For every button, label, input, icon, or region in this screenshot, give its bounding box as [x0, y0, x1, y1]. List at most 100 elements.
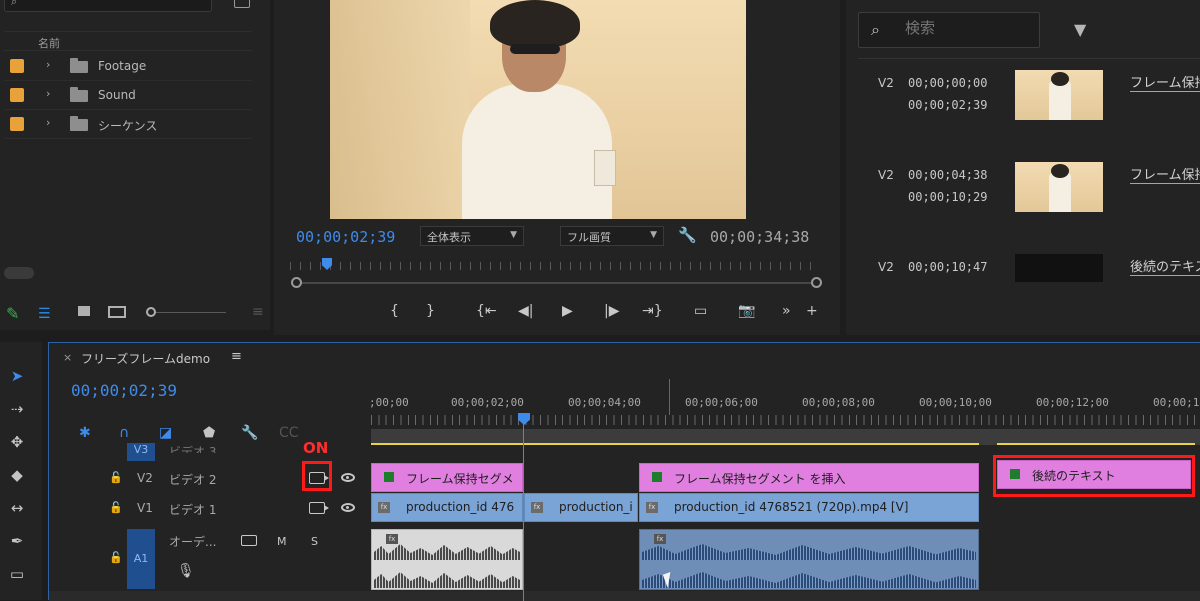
add-marker-icon[interactable]: ⬟: [203, 425, 215, 441]
marker-row[interactable]: V2 00;00;04;38 00;00;10;29 フレーム保持: [858, 162, 1200, 252]
track-target-v3[interactable]: V3: [127, 443, 155, 461]
marker-name[interactable]: フレーム保持: [1130, 164, 1200, 184]
bin-row-sequence[interactable]: › シーケンス: [4, 110, 252, 139]
mute-button[interactable]: M: [277, 535, 287, 548]
chevron-right-icon[interactable]: ›: [46, 116, 50, 129]
new-bin-icon[interactable]: [234, 0, 250, 8]
project-search-input[interactable]: ⌕: [4, 0, 212, 12]
lock-icon[interactable]: 🔓: [109, 551, 123, 564]
timeline-settings-icon[interactable]: 🔧: [241, 425, 258, 441]
nest-sequence-icon[interactable]: ✱: [79, 425, 91, 441]
quality-select[interactable]: フル画質 ▼: [560, 226, 664, 246]
column-header[interactable]: 名前: [4, 31, 252, 51]
mark-in-button[interactable]: {: [390, 303, 399, 319]
zoom-bar-left-knob[interactable]: [291, 277, 302, 288]
clip-v2-freeze-1[interactable]: フレーム保持セグメ: [371, 463, 523, 492]
list-view-icon[interactable]: ☰: [38, 306, 51, 322]
chevron-down-icon: ▼: [650, 230, 657, 240]
sequence-timecode[interactable]: 00;00;02;39: [71, 381, 177, 400]
mark-out-button[interactable]: }: [426, 303, 435, 319]
marker-name[interactable]: 後続のテキス: [1130, 256, 1200, 276]
panel-menu-icon[interactable]: ≡: [231, 349, 242, 364]
step-forward-button[interactable]: |▶: [604, 303, 619, 319]
clip-v2-freeze-2[interactable]: フレーム保持セグメント を挿入: [639, 463, 979, 492]
audio-clip-2[interactable]: fx: [639, 529, 979, 590]
rectangle-tool-icon[interactable]: ▭: [4, 562, 30, 586]
ripple-edit-tool-icon[interactable]: ✥: [4, 430, 30, 454]
marker-row[interactable]: V2 00;00;10;47 後続のテキス: [858, 254, 1200, 282]
pencil-icon[interactable]: ✎: [6, 304, 19, 323]
selection-tool-icon[interactable]: ➤: [4, 364, 30, 388]
marker-search-input[interactable]: [905, 19, 1025, 37]
linked-selection-icon[interactable]: ◪: [159, 425, 172, 441]
zoom-bar-right-knob[interactable]: [811, 277, 822, 288]
timeline-playhead-line[interactable]: [523, 413, 524, 601]
waveform: [374, 572, 520, 588]
track-target-a1[interactable]: A1: [127, 529, 155, 589]
clip-v1-video-2[interactable]: fx production_i: [524, 493, 638, 522]
bin-row-sound[interactable]: › Sound: [4, 81, 252, 110]
bin-row-footage[interactable]: › Footage: [4, 52, 252, 81]
pen-tool-icon[interactable]: ✒: [4, 529, 30, 553]
zoom-slider-track[interactable]: [156, 312, 226, 313]
label-color-swatch[interactable]: [10, 117, 24, 131]
timeline-panel: × フリーズフレームdemo ≡ 00;00;02;39 ✱ ∩ ◪ ⬟ 🔧 C…: [48, 342, 1200, 601]
sync-lock-toggle[interactable]: [309, 502, 329, 514]
go-to-in-button[interactable]: {⇤: [476, 303, 497, 319]
zoom-select[interactable]: 全体表示 ▼: [420, 226, 524, 246]
play-button[interactable]: ▶: [562, 303, 573, 319]
track-name[interactable]: V1: [137, 501, 153, 515]
microphone-icon[interactable]: 🎙: [177, 563, 195, 579]
step-back-button[interactable]: ◀|: [518, 303, 533, 319]
track-select-tool-icon[interactable]: ⇢: [4, 397, 30, 421]
folder-icon: [70, 87, 88, 102]
slip-tool-icon[interactable]: ↔: [4, 496, 30, 520]
horizontal-scrollbar[interactable]: [4, 267, 34, 279]
panel-menu-icon[interactable]: ≡: [252, 304, 264, 320]
label-color-swatch[interactable]: [10, 59, 24, 73]
label-color-swatch[interactable]: [10, 88, 24, 102]
sync-lock-toggle[interactable]: [241, 535, 257, 546]
more-controls-button[interactable]: »: [782, 303, 791, 319]
go-to-out-button[interactable]: ⇥}: [642, 303, 663, 319]
marker-row[interactable]: V2 00;00;00;00 00;00;02;39 フレーム保持: [858, 70, 1200, 160]
close-tab-button[interactable]: ×: [63, 351, 72, 364]
marker-name[interactable]: フレーム保持: [1130, 72, 1200, 92]
sequence-tab-title[interactable]: フリーズフレームdemo: [81, 350, 210, 367]
captions-icon[interactable]: CC: [279, 425, 299, 441]
chevron-right-icon[interactable]: ›: [46, 87, 50, 100]
clip-label-color: [652, 472, 662, 482]
ruler-label: 00;00;04;00: [568, 396, 641, 409]
fx-badge: fx: [378, 502, 390, 513]
audio-clip-1[interactable]: fx: [371, 529, 523, 590]
ruler-divider: [669, 379, 670, 415]
video-frame: [330, 0, 746, 219]
zoom-slider-knob[interactable]: [146, 307, 156, 317]
lock-icon[interactable]: 🔓: [109, 471, 123, 484]
filter-icon[interactable]: ▼: [1074, 20, 1086, 39]
marker-search-box[interactable]: ⌕: [858, 12, 1040, 48]
razor-tool-icon[interactable]: ◆: [4, 463, 30, 487]
icon-view-icon[interactable]: [78, 306, 90, 316]
person-hair: [490, 0, 580, 48]
clip-v1-video-1[interactable]: fx production_id 476: [371, 493, 523, 522]
chevron-right-icon[interactable]: ›: [46, 58, 50, 71]
clip-v1-video-3[interactable]: fx production_id 4768521 (720p).mp4 [V]: [639, 493, 979, 522]
monitor-zoom-bar[interactable]: [296, 282, 816, 284]
playhead-timecode[interactable]: 00;00;02;39: [296, 228, 395, 246]
freeform-view-icon[interactable]: [108, 306, 126, 318]
monitor-time-ruler[interactable]: [290, 262, 820, 270]
safe-margins-button[interactable]: ▭: [694, 303, 707, 319]
snap-magnet-icon[interactable]: ∩: [119, 425, 129, 441]
person-shirt: [462, 84, 612, 219]
eye-icon[interactable]: [341, 473, 355, 482]
wrench-icon[interactable]: 🔧: [678, 226, 697, 244]
solo-button[interactable]: S: [311, 535, 318, 548]
lock-icon[interactable]: 🔓: [109, 501, 123, 514]
marker-out: 00;00;02;39: [908, 98, 988, 112]
track-name[interactable]: V2: [137, 471, 153, 485]
button-editor-plus[interactable]: +: [806, 303, 818, 319]
eye-icon[interactable]: [341, 503, 355, 512]
work-area-bar[interactable]: [371, 429, 1200, 445]
export-frame-button[interactable]: 📷: [738, 303, 755, 319]
